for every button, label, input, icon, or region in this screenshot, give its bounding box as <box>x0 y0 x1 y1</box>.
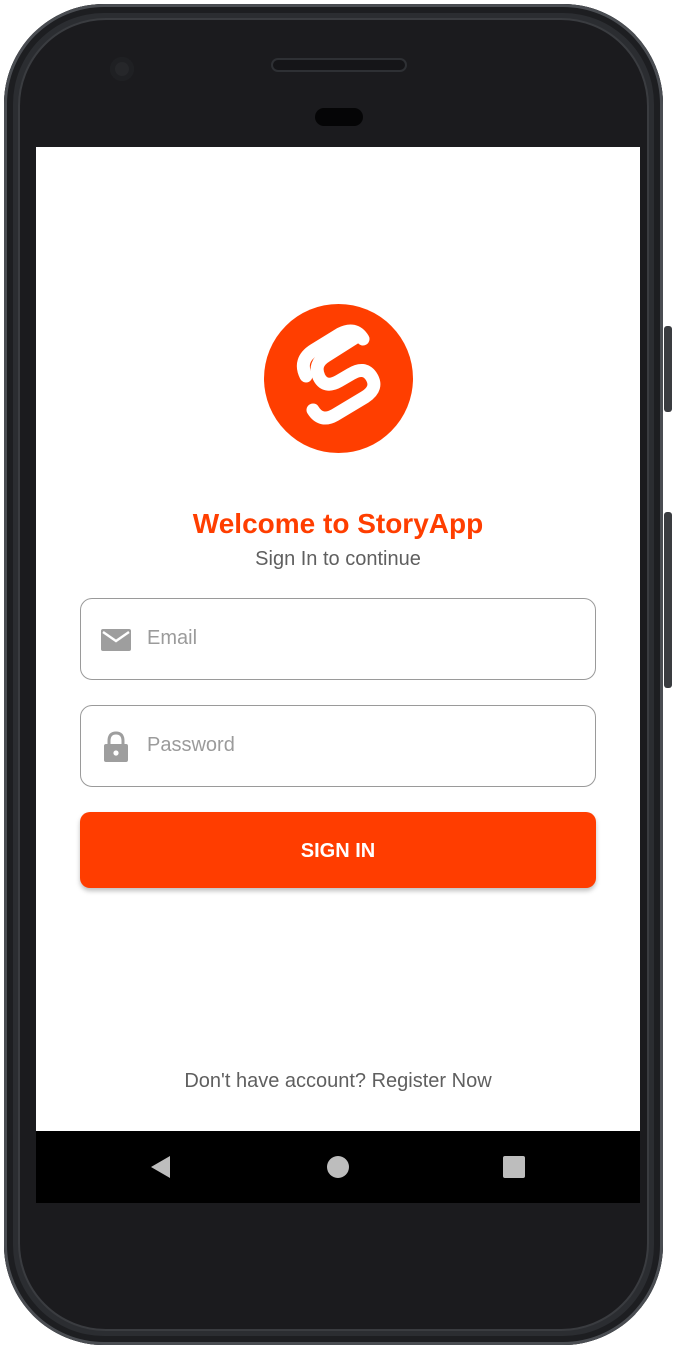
earpiece-speaker <box>271 58 407 72</box>
mail-icon <box>101 629 131 651</box>
register-link[interactable]: Don't have account? Register Now <box>36 1070 640 1093</box>
welcome-title: Welcome to StoryApp <box>192 508 484 539</box>
recents-square-icon[interactable] <box>484 1131 544 1203</box>
svelte-logo-icon <box>264 304 413 453</box>
back-triangle-icon[interactable] <box>130 1131 190 1203</box>
proximity-sensor <box>315 108 363 126</box>
password-placeholder: Password <box>147 734 235 756</box>
email-placeholder: Email <box>147 627 198 649</box>
welcome-subtitle: Sign In to continue <box>255 548 421 570</box>
front-camera <box>110 57 134 81</box>
power-button <box>664 326 672 412</box>
login-screen: Welcome to StoryApp Sign In to continue … <box>36 147 640 1131</box>
password-field[interactable]: Password <box>80 705 596 787</box>
volume-buttons <box>664 512 672 688</box>
sign-in-button[interactable]: SIGN IN <box>80 812 596 888</box>
email-field[interactable]: Email <box>80 598 596 680</box>
system-nav-bar <box>36 1131 640 1203</box>
lock-icon <box>104 731 128 762</box>
phone-frame: Welcome to StoryApp Sign In to continue … <box>4 4 663 1345</box>
home-circle-icon[interactable] <box>308 1131 368 1203</box>
